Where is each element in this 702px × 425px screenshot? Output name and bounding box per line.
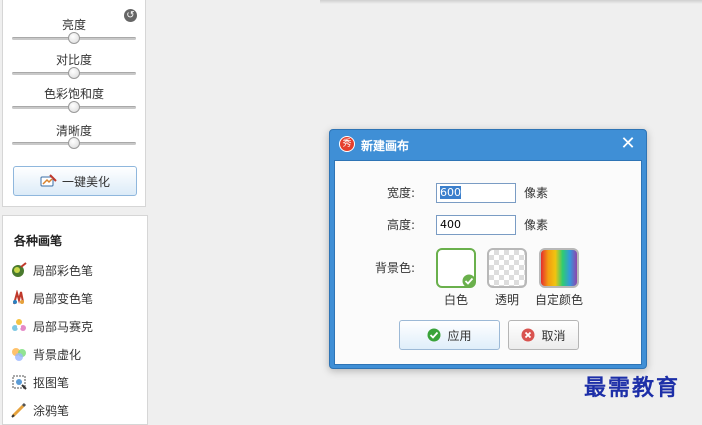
check-icon: [427, 328, 441, 342]
recolor-brush-icon: [11, 289, 27, 306]
brightness-slider-thumb[interactable]: [68, 32, 80, 44]
height-input[interactable]: 400: [436, 215, 516, 235]
height-label: 高度:: [387, 218, 416, 232]
brush-item-label: 局部变色笔: [33, 291, 94, 306]
doodle-pen-icon: [11, 402, 27, 418]
mosaic-icon: [11, 318, 27, 334]
close-icon[interactable]: ✕: [619, 135, 637, 153]
contrast-slider-thumb[interactable]: [68, 67, 80, 79]
window-edge-shadow: [320, 0, 702, 4]
brush-item-cutout[interactable]: 抠图笔: [11, 373, 69, 391]
width-input[interactable]: 600: [436, 183, 516, 203]
transparent-swatch-label: 透明: [494, 293, 519, 307]
white-swatch-label: 白色: [443, 293, 468, 307]
brush-item-doodle-pen[interactable]: 涂鸦笔: [11, 401, 69, 419]
dialog-body: 宽度: 600 像素 高度: 400 像素 背景色: 白色 透明 自定颜色 应用…: [334, 160, 642, 365]
brush-item-label: 抠图笔: [33, 375, 70, 390]
slider-label-brightness: 亮度: [61, 18, 86, 32]
color-brush-icon: [11, 262, 27, 278]
one-click-enhance-button[interactable]: 一键美化: [13, 166, 137, 196]
background-color-label: 背景色:: [375, 261, 416, 275]
brush-item-recolor-brush[interactable]: 局部变色笔: [11, 289, 93, 307]
white-swatch[interactable]: [436, 248, 476, 288]
apply-button[interactable]: 应用: [399, 320, 500, 350]
height-unit: 像素: [524, 218, 549, 232]
new-canvas-dialog: 秀 新建画布 ✕ 宽度: 600 像素 高度: 400 像素 背景色: 白色 透…: [329, 129, 647, 369]
brush-item-mosaic[interactable]: 局部马赛克: [11, 317, 93, 335]
cancel-icon: [521, 328, 535, 342]
adjust-panel: ↺ 亮度 对比度 色彩饱和度 清晰度 一键美化: [2, 0, 146, 207]
width-label: 宽度:: [387, 186, 416, 200]
dialog-title: 新建画布: [361, 139, 410, 153]
brush-item-label: 涂鸦笔: [33, 403, 70, 418]
transparent-swatch[interactable]: [487, 248, 527, 288]
brush-panel-title: 各种画笔: [14, 234, 63, 248]
slider-label-contrast: 对比度: [55, 53, 92, 67]
cancel-label: 取消: [541, 328, 566, 343]
watermark-text: 最需教育: [584, 375, 681, 401]
app-logo-icon: 秀: [339, 136, 355, 152]
sharpness-slider-thumb[interactable]: [68, 137, 80, 149]
dialog-title-bar[interactable]: 秀 新建画布 ✕: [330, 130, 646, 160]
width-value: 600: [440, 186, 461, 199]
cutout-icon: [11, 374, 27, 390]
brush-item-label: 局部彩色笔: [33, 263, 94, 278]
selected-check-icon: [462, 274, 476, 288]
brush-item-label: 局部马赛克: [33, 319, 94, 334]
brush-item-label: 背景虚化: [33, 347, 82, 362]
apply-label: 应用: [447, 328, 472, 343]
width-unit: 像素: [524, 186, 549, 200]
brush-item-blur[interactable]: 背景虚化: [11, 345, 81, 363]
one-click-enhance-label: 一键美化: [61, 174, 110, 189]
brush-item-color-brush[interactable]: 局部彩色笔: [11, 261, 93, 279]
slider-label-saturation: 色彩饱和度: [43, 87, 104, 101]
height-value: 400: [440, 218, 461, 231]
cancel-button[interactable]: 取消: [508, 320, 579, 350]
brush-panel: 各种画笔 局部彩色笔 局部变色笔 局部马赛克 背景虚化 抠图笔 涂鸦笔: [2, 215, 148, 425]
magic-wand-icon: [40, 174, 58, 188]
blur-icon: [11, 346, 27, 362]
custom-color-swatch[interactable]: [539, 248, 579, 288]
saturation-slider-thumb[interactable]: [68, 101, 80, 113]
custom-color-swatch-label: 自定颜色: [534, 293, 583, 307]
